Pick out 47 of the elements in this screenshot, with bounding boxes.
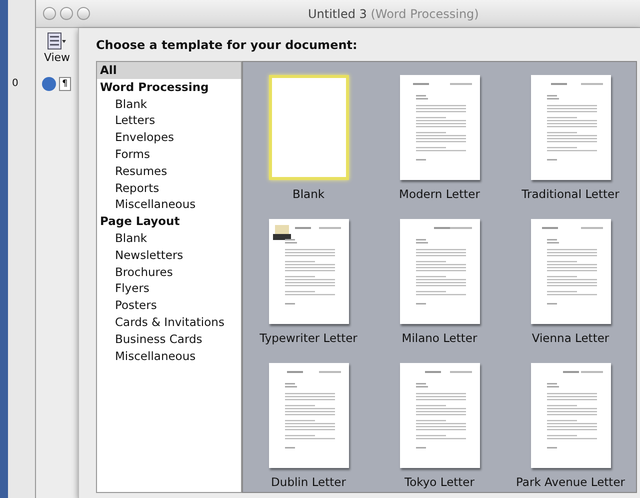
category-item[interactable]: Reports <box>97 180 241 196</box>
category-item[interactable]: Cards & Invitations <box>97 314 241 331</box>
template-thumbnail[interactable] <box>530 363 610 468</box>
category-item[interactable]: All <box>97 62 241 79</box>
template-thumbnail[interactable] <box>268 219 348 324</box>
category-item[interactable]: Word Processing <box>97 78 241 96</box>
category-item[interactable]: Envelopes <box>97 129 241 146</box>
view-button[interactable]: View <box>44 32 70 66</box>
category-item[interactable]: Newsletters <box>97 246 241 264</box>
window-title: Untitled 3 (Word Processing) <box>308 6 479 22</box>
template-name: Traditional Letter <box>522 187 620 201</box>
category-item[interactable]: Page Layout <box>97 213 241 230</box>
template-name: Tokyo Letter <box>404 475 474 489</box>
window-control-icon[interactable] <box>77 7 90 20</box>
category-item[interactable]: Miscellaneous <box>97 196 241 214</box>
ruler-mark: 0 <box>12 77 20 91</box>
template-name: Park Avenue Letter <box>516 475 625 489</box>
typewriter-icon <box>272 225 290 240</box>
window-control-icon[interactable] <box>43 7 56 20</box>
category-item[interactable]: Forms <box>97 146 241 163</box>
category-item[interactable]: Resumes <box>97 162 241 180</box>
sheet-heading: Choose a template for your document: <box>96 38 358 53</box>
template-name: Vienna Letter <box>532 331 610 345</box>
window-control-icon[interactable] <box>60 7 73 20</box>
template-name: Blank <box>292 187 325 201</box>
category-item[interactable]: Blank <box>97 96 241 112</box>
category-item[interactable]: Brochures <box>97 264 241 280</box>
template-name: Milano Letter <box>402 331 478 345</box>
category-item[interactable]: Miscellaneous <box>97 348 241 364</box>
template-thumbnail[interactable] <box>530 75 610 180</box>
template-thumbnail[interactable] <box>268 75 348 180</box>
category-item[interactable]: Posters <box>97 297 241 314</box>
template-name: Dublin Letter <box>271 475 346 489</box>
template-thumbnail[interactable] <box>400 219 480 324</box>
template-thumbnail[interactable] <box>400 75 480 180</box>
category-item[interactable]: Blank <box>97 230 241 247</box>
category-item[interactable]: Letters <box>97 112 241 130</box>
template-name: Typewriter Letter <box>260 331 358 345</box>
template-thumbnail[interactable] <box>268 363 348 468</box>
category-item[interactable]: Flyers <box>97 280 241 298</box>
template-thumbnail[interactable] <box>530 219 610 324</box>
paragraph-icon[interactable] <box>42 76 56 90</box>
template-name: Modern Letter <box>399 187 480 201</box>
template-thumbnail[interactable] <box>400 363 480 468</box>
category-item[interactable]: Business Cards <box>97 330 241 348</box>
paragraph-button[interactable]: ¶ <box>59 76 71 90</box>
view-icon <box>46 32 67 50</box>
